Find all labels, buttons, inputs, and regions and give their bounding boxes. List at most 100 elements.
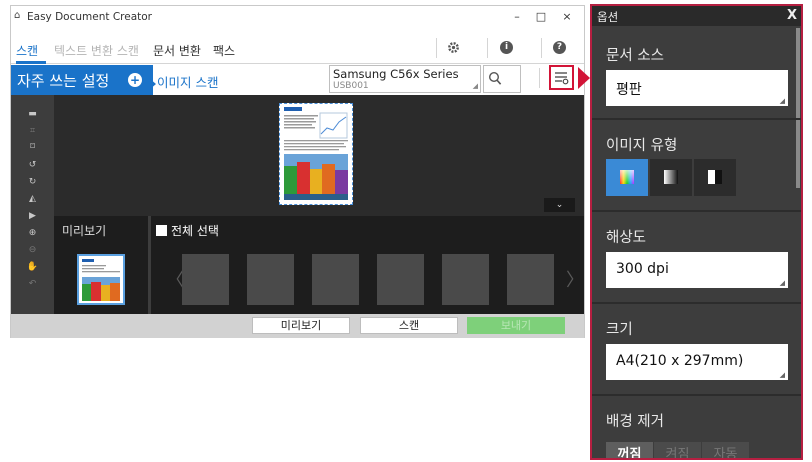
menu-divider — [541, 38, 542, 58]
send-button[interactable]: 보내기 — [467, 317, 565, 334]
options-list-icon — [555, 72, 569, 85]
breadcrumb-arrow-icon — [149, 77, 156, 90]
tab-ocr-scan[interactable]: 텍스트 변환 스캔 — [54, 42, 139, 59]
dropdown-grip-icon: ◢ — [472, 82, 478, 90]
device-name: Samsung C56x Series — [333, 67, 459, 81]
options-close-button[interactable]: X — [787, 8, 797, 23]
menu-bar: 스캔 텍스트 변환 스캔 문서 변환 팩스 i ? — [11, 32, 584, 64]
expand-preview-button[interactable]: ⌄ — [544, 198, 575, 212]
options-toggle-button[interactable] — [549, 65, 574, 90]
help-icon[interactable]: ? — [553, 41, 566, 54]
dropdown-grip-icon: ◢ — [779, 371, 785, 379]
menu-divider — [436, 38, 437, 58]
favorites-button[interactable]: 자주 쓰는 설정 + — [11, 65, 153, 95]
home-icon: ⌂ — [14, 10, 21, 21]
add-favorite-icon[interactable]: + — [128, 73, 142, 87]
favorites-label: 자주 쓰는 설정 — [17, 72, 110, 90]
document-source-label: 문서 소스 — [606, 48, 664, 64]
menu-divider — [487, 38, 488, 58]
tab-fax[interactable]: 팩스 — [213, 42, 235, 59]
scan-button[interactable]: 스캔 — [360, 317, 458, 334]
image-type-grayscale-button[interactable] — [650, 159, 692, 196]
strip-next-arrow[interactable]: 〉 — [566, 266, 584, 292]
gear-icon[interactable] — [447, 41, 460, 54]
size-value: A4(210 x 297mm) — [616, 353, 744, 369]
thumbnail-strip: 미리보기 전체 선택 〈 〉 — [54, 216, 584, 314]
size-label: 크기 — [606, 322, 633, 338]
minimize-button[interactable]: – — [505, 6, 529, 28]
options-header: 옵션 X — [592, 6, 801, 26]
close-button[interactable]: × — [555, 6, 579, 28]
black-white-mode-icon — [708, 170, 722, 184]
grayscale-mode-icon — [664, 170, 678, 184]
image-type-color-button[interactable] — [606, 159, 648, 196]
strip-divider — [148, 216, 151, 314]
bg-removal-off-button[interactable]: 꺼짐 — [606, 442, 653, 458]
resolution-select[interactable]: 300 dpi ◢ — [606, 252, 788, 288]
window-title: Easy Document Creator — [27, 11, 152, 23]
thumbnail-slot[interactable] — [442, 254, 489, 305]
info-icon[interactable]: i — [500, 41, 513, 54]
open-folder-icon[interactable]: ▬ — [26, 108, 39, 120]
select-all-label: 전체 선택 — [171, 224, 219, 238]
flip-icon[interactable]: ◭ — [26, 193, 39, 205]
thumbnail-slot[interactable] — [507, 254, 554, 305]
device-select[interactable]: Samsung C56x Series USB001 ◢ — [329, 65, 481, 93]
search-icon — [488, 71, 502, 85]
tab-scan[interactable]: 스캔 — [16, 42, 38, 59]
image-scan-label: 이미지 스캔 — [157, 75, 219, 90]
image-scan-breadcrumb[interactable]: 이미지 스캔 — [149, 72, 218, 91]
rotate-left-icon[interactable]: ↺ — [26, 159, 39, 171]
preview-label: 미리보기 — [62, 224, 107, 238]
bg-removal-auto-button[interactable]: 자동 — [702, 442, 749, 458]
resolution-label: 해상도 — [606, 230, 647, 246]
bg-removal-on-button[interactable]: 켜짐 — [654, 442, 701, 458]
active-tab-underline — [16, 61, 46, 64]
pan-hand-icon[interactable]: ✋ — [26, 261, 39, 273]
crop-select-icon[interactable]: ⌗ — [26, 125, 39, 137]
rotate-right-icon[interactable]: ↻ — [26, 176, 39, 188]
maximize-button[interactable]: □ — [529, 6, 553, 28]
search-device-button[interactable] — [483, 65, 521, 93]
callout-arrow-icon — [578, 67, 590, 89]
dropdown-grip-icon: ◢ — [779, 97, 785, 105]
document-source-value: 평판 — [616, 82, 642, 98]
thumbnail-slot[interactable] — [182, 254, 229, 305]
image-type-bw-button[interactable] — [694, 159, 736, 196]
thumbnail-selected[interactable] — [77, 254, 125, 305]
preview-button[interactable]: 미리보기 — [252, 317, 350, 334]
section-divider — [592, 302, 801, 304]
zoom-in-icon[interactable]: ⊕ — [26, 227, 39, 239]
background-removal-label: 배경 제거 — [606, 414, 664, 430]
thumbnail-slot[interactable] — [312, 254, 359, 305]
document-source-select[interactable]: 평판 ◢ — [606, 70, 788, 106]
device-port: USB001 — [333, 81, 369, 91]
section-divider — [592, 118, 801, 120]
size-select[interactable]: A4(210 x 297mm) ◢ — [606, 344, 788, 380]
action-bar: 자주 쓰는 설정 + 이미지 스캔 Samsung C56x Series US… — [11, 65, 584, 95]
checkbox-icon — [156, 225, 167, 236]
thumbnail-image — [82, 259, 120, 301]
scanned-page-preview[interactable] — [279, 103, 353, 205]
image-type-label: 이미지 유형 — [606, 138, 678, 154]
options-scrollbar[interactable] — [796, 28, 800, 188]
select-all-checkbox[interactable]: 전체 선택 — [156, 222, 219, 239]
section-divider — [592, 394, 801, 396]
toolbar-divider — [539, 68, 540, 88]
resolution-value: 300 dpi — [616, 261, 669, 277]
options-panel: 옵션 X 문서 소스 평판 ◢ 이미지 유형 해상도 300 dpi ◢ 크기 … — [590, 4, 803, 460]
section-divider — [592, 210, 801, 212]
undo-icon[interactable]: ↶ — [26, 278, 39, 290]
crop-icon[interactable]: ⌑ — [26, 141, 39, 153]
tool-rail: ▬ ⌗ ⌑ ↺ ↻ ◭ ▶ ⊕ ⊖ ✋ ↶ — [11, 95, 54, 314]
tab-document-convert[interactable]: 문서 변환 — [153, 42, 201, 59]
zoom-out-icon[interactable]: ⊖ — [26, 244, 39, 256]
page-thumbnail-image — [284, 107, 348, 200]
mirror-icon[interactable]: ▶ — [26, 210, 39, 222]
main-window: ⌂ Easy Document Creator – □ × 스캔 텍스트 변환 … — [10, 5, 585, 338]
thumbnail-slot[interactable] — [377, 254, 424, 305]
color-mode-icon — [620, 170, 634, 184]
options-title: 옵션 — [597, 10, 619, 24]
thumbnail-slot[interactable] — [247, 254, 294, 305]
title-bar: ⌂ Easy Document Creator – □ × — [11, 6, 584, 30]
